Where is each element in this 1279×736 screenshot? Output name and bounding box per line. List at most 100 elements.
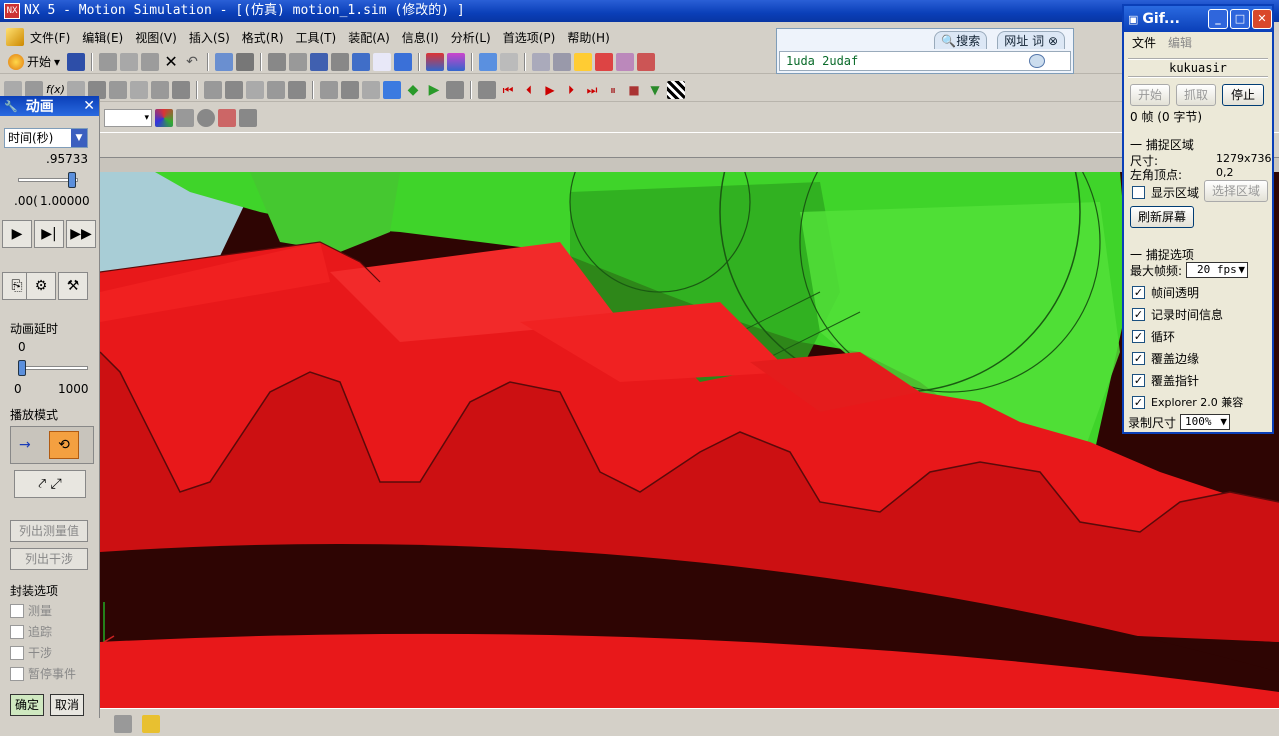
show-area-checkbox[interactable]: 显示区域 [1132,184,1199,201]
loop-icon[interactable] [446,80,464,99]
record-size-select[interactable]: 100% ▼ [1180,414,1230,430]
refresh-screen-button[interactable]: 刷新屏幕 [1130,206,1194,228]
pause-event-checkbox[interactable]: 暂停事件 [10,665,76,682]
view-layout-icon[interactable] [500,52,519,71]
reverse-button[interactable]: ⤤ ⤢ [14,470,86,498]
force-icon[interactable] [151,80,169,99]
search-go-icon[interactable] [1029,54,1045,68]
cable-icon[interactable] [246,80,264,99]
interference-icon[interactable] [362,80,380,99]
rewind-icon[interactable]: ⏮ [499,81,517,99]
menu-help[interactable]: 帮助(H) [561,29,615,46]
rotate-icon[interactable] [310,52,329,71]
motion-icon[interactable] [616,52,635,71]
measure-icon[interactable] [341,80,359,99]
mechanism-button[interactable]: ⚒ [58,272,88,300]
interference-checkbox[interactable]: 干涉 [10,644,52,661]
gif-menu-edit[interactable]: 编辑 [1168,34,1192,51]
gif-menu-file[interactable]: 文件 [1132,34,1156,51]
view-cube-icon[interactable] [479,52,498,71]
cancel-button[interactable]: 取消 [50,694,84,716]
undo-icon[interactable]: ↶ [183,53,201,71]
start-button[interactable]: 开始 ▾ [4,52,64,72]
delay-slider-thumb[interactable] [18,360,26,376]
fit-icon[interactable] [268,52,287,71]
close-icon[interactable]: ✕ [83,98,95,114]
pause-icon[interactable]: ⏸ [604,81,622,99]
vector-icon[interactable] [553,52,572,71]
filter-icon[interactable] [236,52,255,71]
step-forward-button[interactable]: ▶| [34,220,64,248]
menu-tools[interactable]: 工具(T) [290,29,343,46]
paste-icon[interactable] [141,52,160,71]
play-once-icon[interactable]: → [19,437,31,453]
cover-edge-checkbox[interactable]: ✓ 覆盖边缘 [1132,350,1199,367]
point-icon[interactable] [532,52,551,71]
step-forward-icon[interactable]: ⏵ [562,81,580,99]
time-slider-thumb[interactable] [68,172,76,188]
arrow-right-icon[interactable]: ▶ [425,81,443,99]
pin-icon[interactable]: 🔧 [4,100,18,113]
max-fps-select[interactable]: 20 fps ▼ [1186,262,1248,278]
zoom-icon[interactable] [289,52,308,71]
list-measure-button[interactable]: 列出测量值 [10,520,88,542]
status-tool-icon[interactable] [142,715,160,733]
select-area-button[interactable]: 选择区域 [1204,180,1268,202]
save-icon[interactable] [67,52,86,71]
measure-checkbox[interactable]: 测量 [10,602,52,619]
tab-web[interactable]: 网址 词 ⊗ [997,31,1065,49]
rack-icon[interactable] [225,80,243,99]
gif-capture-button[interactable]: 抓取 [1176,84,1216,106]
chain-icon[interactable] [239,109,257,127]
constraint-icon[interactable] [267,80,285,99]
delete-icon[interactable]: ✕ [162,52,180,71]
finish-flag-icon[interactable] [667,80,685,99]
menu-format[interactable]: 格式(R) [236,29,290,46]
color-palette-icon[interactable] [155,109,173,127]
contact-icon[interactable] [130,80,148,99]
trace-checkbox[interactable]: 追踪 [10,623,52,640]
snap-icon[interactable] [574,52,593,71]
animation-icon[interactable] [478,80,496,99]
menu-info[interactable]: 信息(I) [396,29,445,46]
undo-small-icon[interactable] [176,109,194,127]
delay-slider-track[interactable] [18,366,88,370]
dropdown-green-icon[interactable]: ▼ [646,81,664,99]
arrow-left-icon[interactable]: ◆ [404,81,422,99]
loop-checkbox[interactable]: ✓ 循环 [1132,328,1175,345]
time-unit-select[interactable]: 时间(秒) ▼ [4,128,88,148]
select-icon[interactable] [215,52,234,71]
color-icon[interactable] [447,52,466,71]
menu-insert[interactable]: 插入(S) [183,29,236,46]
gif-stop-button[interactable]: 停止 [1222,84,1264,106]
gear-icon[interactable] [204,80,222,99]
play-loop-icon[interactable]: ⟲ [49,431,79,459]
play-icon[interactable]: ▶ [541,81,559,99]
menu-view[interactable]: 视图(V) [129,29,183,46]
graphics-viewport[interactable] [100,172,1279,708]
solver-icon[interactable] [637,52,656,71]
marker-icon[interactable] [595,52,614,71]
refresh-icon[interactable] [352,52,371,71]
bushing-icon[interactable] [109,80,127,99]
close-icon[interactable]: ✕ [1252,9,1272,29]
gif-start-button[interactable]: 开始 [1130,84,1170,106]
minimize-icon[interactable]: _ [1208,9,1228,29]
torque-icon[interactable] [172,80,190,99]
menu-edit[interactable]: 编辑(E) [76,29,129,46]
frame-transparent-checkbox[interactable]: ✓ 帧间透明 [1132,284,1199,301]
list-interference-button[interactable]: 列出干涉 [10,548,88,570]
search-input[interactable]: 1uda 2udaf [779,51,1071,71]
ok-button[interactable]: 确定 [10,694,44,716]
explorer-compat-checkbox[interactable]: ✓ Explorer 2.0 兼容 [1132,394,1243,410]
layer-icon[interactable] [426,52,445,71]
fast-forward-icon[interactable]: ⏭ [583,81,601,99]
copy-icon[interactable] [120,52,139,71]
snap-point-icon[interactable] [218,109,236,127]
motion-driver-icon[interactable] [288,80,306,99]
filter-select[interactable]: ▾ [104,109,152,127]
graph-icon[interactable] [383,80,401,99]
menu-assembly[interactable]: 装配(A) [342,29,396,46]
record-time-checkbox[interactable]: ✓ 记录时间信息 [1132,306,1223,323]
status-link-icon[interactable] [114,715,132,733]
